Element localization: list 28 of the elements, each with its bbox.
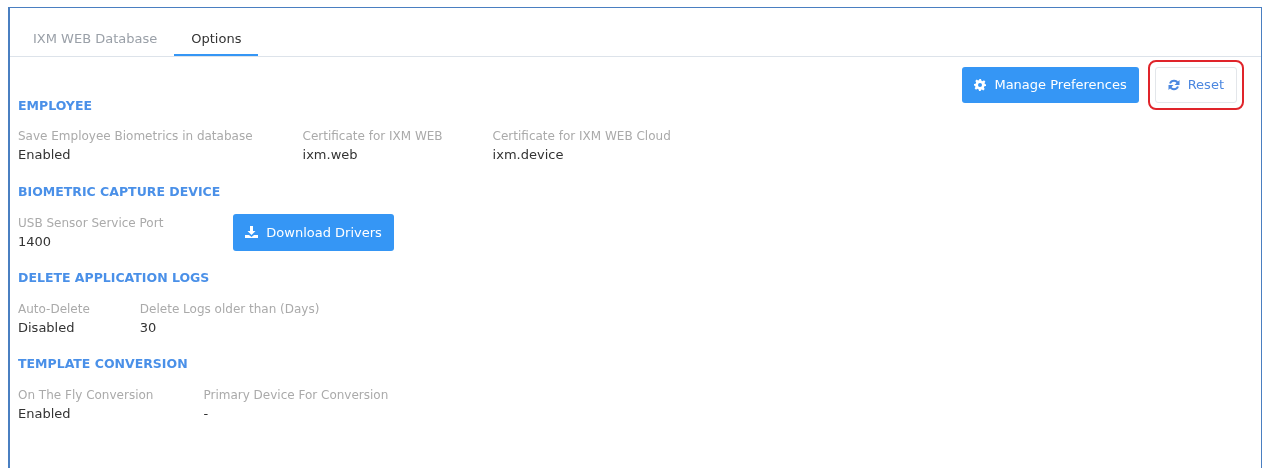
field-label: USB Sensor Service Port	[18, 214, 164, 232]
manage-preferences-button[interactable]: Manage Preferences	[962, 67, 1139, 103]
field-value: Enabled	[18, 146, 72, 165]
tab[interactable]: Options	[174, 8, 259, 56]
field-label: Certificate for IXM WEB	[302, 128, 443, 146]
field-value: ixm.web	[302, 146, 359, 165]
field-label: Primary Device For Conversion	[203, 387, 389, 404]
field-value: 30	[139, 318, 158, 337]
download-drivers-button[interactable]: Download Drivers	[233, 213, 394, 251]
field-value: Disabled	[18, 318, 76, 337]
section-heading: DELETE APPLICATION LOGS	[18, 269, 211, 287]
field-label: Certificate for IXM WEB Cloud	[492, 128, 671, 146]
field-label: On The Fly Conversion	[18, 387, 154, 404]
download-icon	[245, 226, 259, 239]
reset-button[interactable]: Reset	[1154, 67, 1237, 103]
refresh-icon	[1167, 78, 1180, 91]
section-heading: EMPLOYEE	[18, 96, 93, 115]
field-value: ixm.device	[492, 146, 565, 165]
tab[interactable]: IXM WEB Database	[16, 8, 175, 56]
field-label: Auto-Delete	[18, 300, 90, 318]
field-value: 1400	[18, 232, 53, 251]
field-value: -	[203, 405, 210, 423]
field-value: Enabled	[18, 405, 72, 423]
settings-icon	[974, 78, 987, 91]
field-label: Delete Logs older than (Days)	[139, 300, 320, 318]
field-label: Save Employee Biometrics in database	[18, 128, 253, 146]
section-heading: TEMPLATE CONVERSION	[18, 355, 189, 374]
section-heading: BIOMETRIC CAPTURE DEVICE	[18, 182, 222, 201]
